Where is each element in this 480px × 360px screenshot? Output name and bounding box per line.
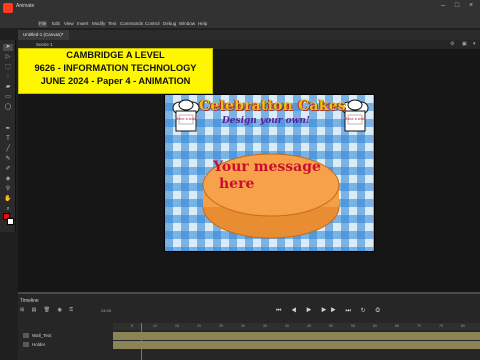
hand-icon[interactable]: ✋ <box>3 196 13 203</box>
menu-control[interactable]: Control <box>145 21 160 27</box>
layer-icon <box>23 333 29 338</box>
edit-symbols-icon[interactable]: ⚙ <box>450 41 456 47</box>
caption-line-2: 9626 - INFORMATION TECHNOLOGY <box>34 63 197 73</box>
frame-tick: 15 <box>175 324 179 328</box>
frame-tick: 55 <box>351 324 355 328</box>
onion-skin-icon[interactable]: ◎ <box>375 308 384 314</box>
layer-row[interactable]: Wall_Text <box>18 332 480 340</box>
play-icon[interactable]: ▶ <box>306 308 315 314</box>
animate-window: Animate File Edit View Insert Modify Tex… <box>0 0 480 360</box>
zoom-dropdown-icon[interactable]: ▾ <box>473 41 479 47</box>
menu-commands[interactable]: Commands <box>120 21 143 27</box>
line-icon[interactable]: ╱ <box>3 146 13 153</box>
frame-tick: 5 <box>131 324 133 328</box>
text-icon[interactable]: T <box>3 136 13 143</box>
frame-tick: 30 <box>241 324 245 328</box>
frame-tick: 25 <box>219 324 223 328</box>
oval-icon[interactable]: ◯ <box>3 104 13 111</box>
menu-debug[interactable]: Debug <box>163 21 176 27</box>
layer-row[interactable]: Holder <box>18 341 480 349</box>
menu-insert[interactable]: Insert <box>77 21 88 27</box>
playback-controls: ⏮ ◀ ▶ ▶▶ ⏭ ↻ ◎ <box>276 307 384 315</box>
next-frame-icon[interactable]: ▶▶ <box>321 308 340 314</box>
layer-name[interactable]: Wall_Text <box>32 333 51 338</box>
timeline-panel: Timeline ⊞ ▤ 🗑 ◉ ⚿ 24.00 ⏮ ◀ ▶ ▶▶ ⏭ ↻ ◎ … <box>18 292 480 360</box>
timeline-layer-controls[interactable]: ⊞ ▤ 🗑 ◉ ⚿ <box>20 307 76 313</box>
menu-bar: Animate File Edit View Insert Modify Tex… <box>0 0 480 28</box>
maximize-icon[interactable]: □ <box>452 2 462 10</box>
frame-tick: 35 <box>263 324 267 328</box>
lock-icon[interactable]: ⚿ <box>69 307 76 313</box>
delete-layer-icon[interactable]: 🗑 <box>44 307 53 313</box>
frame-ruler[interactable]: 5 10 15 20 25 30 35 40 45 50 55 60 65 70… <box>113 323 480 360</box>
document-tab[interactable]: Untitled-1 (Canvas)* <box>18 30 69 40</box>
folder-icon[interactable]: ▤ <box>32 307 40 313</box>
menu-help[interactable]: Help <box>198 21 207 27</box>
loop-icon[interactable]: ↻ <box>361 308 370 314</box>
timeline-title[interactable]: Timeline <box>20 298 39 304</box>
frame-tick: 10 <box>153 324 157 328</box>
paint-bucket-icon[interactable]: ◈ <box>3 176 13 183</box>
tools-panel: ➤ ▷ ⬚ ◌ ▰ ▭ ◯ ✒ T ╱ ✎ ✐ ◈ ⚲ ✋ ⌕ <box>0 40 16 232</box>
menu-view[interactable]: View <box>64 21 74 27</box>
subselection-icon[interactable]: ▷ <box>3 54 13 61</box>
caption-line-3: JUNE 2024 - Paper 4 - ANIMATION <box>40 76 191 86</box>
pen-icon[interactable]: ✒ <box>3 126 13 133</box>
frame-tick: 40 <box>285 324 289 328</box>
stage-title: Celebration Cakes <box>199 98 346 114</box>
frame-tick: 70 <box>417 324 421 328</box>
eyedropper-icon[interactable]: ⚲ <box>3 186 13 193</box>
fps-value[interactable]: 24.00 <box>101 308 111 313</box>
frame-tick: 75 <box>439 324 443 328</box>
clip-icon[interactable]: ▣ <box>462 41 468 47</box>
rectangle-icon[interactable]: ▭ <box>3 94 13 101</box>
new-layer-icon[interactable]: ⊞ <box>20 307 27 313</box>
free-transform-icon[interactable]: ⬚ <box>3 64 13 71</box>
menu-modify[interactable]: Modify <box>92 21 105 27</box>
layer-name[interactable]: Holder <box>32 342 45 347</box>
frame-tick: 60 <box>373 324 377 328</box>
menu-window[interactable]: Window <box>179 21 195 27</box>
app-logo-icon <box>3 3 13 13</box>
zoom-icon[interactable]: ⌕ <box>3 206 13 213</box>
scene-label[interactable]: Scene 1 <box>36 42 53 47</box>
frame-tick: 20 <box>197 324 201 328</box>
brush-icon[interactable]: ✐ <box>3 166 13 173</box>
cake-message-line-2: here <box>219 176 255 192</box>
stage-subtitle: Design your own! <box>222 116 310 126</box>
caption-line-1: CAMBRIDGE A LEVEL <box>66 50 165 60</box>
cake-message-text[interactable]: Your message here <box>207 159 327 193</box>
frame-tick: 50 <box>329 324 333 328</box>
prev-frame-icon[interactable]: ◀ <box>291 308 300 314</box>
eraser-icon[interactable]: ▰ <box>3 84 13 91</box>
menu-text[interactable]: Text <box>108 21 116 27</box>
close-icon[interactable]: × <box>466 2 476 10</box>
layer-frames[interactable] <box>113 341 480 349</box>
cake-message-line-1: Your message <box>213 159 321 175</box>
layer-frames[interactable] <box>113 332 480 340</box>
selection-icon[interactable]: ➤ <box>3 44 13 51</box>
frame-tick: 80 <box>461 324 465 328</box>
chef-hat-right-text: Make a wish <box>344 117 365 121</box>
last-frame-icon[interactable]: ⏭ <box>346 308 355 314</box>
menu-file[interactable]: File <box>38 21 48 27</box>
chef-hat-left-text: Make a wish <box>175 117 196 121</box>
app-name: Animate <box>16 3 35 9</box>
frame-tick: 65 <box>395 324 399 328</box>
chef-hat-left-icon: Make a wish <box>172 99 200 132</box>
document-tab-bar: Untitled-1 (Canvas)* <box>18 30 480 40</box>
fill-color-swatch[interactable] <box>7 218 14 225</box>
first-frame-icon[interactable]: ⏮ <box>276 308 285 314</box>
pencil-icon[interactable]: ✎ <box>3 156 13 163</box>
caption-overlay: CAMBRIDGE A LEVEL 9626 - INFORMATION TEC… <box>18 48 213 94</box>
stage-canvas[interactable]: Make a wish Make a wish Celebration Cake… <box>164 94 375 252</box>
minimize-icon[interactable]: – <box>438 2 448 10</box>
show-all-icon[interactable]: ◉ <box>57 307 64 313</box>
menu-edit[interactable]: Edit <box>52 21 60 27</box>
frame-tick: 45 <box>307 324 311 328</box>
layer-icon <box>23 342 29 347</box>
lasso-icon[interactable]: ◌ <box>3 74 13 81</box>
